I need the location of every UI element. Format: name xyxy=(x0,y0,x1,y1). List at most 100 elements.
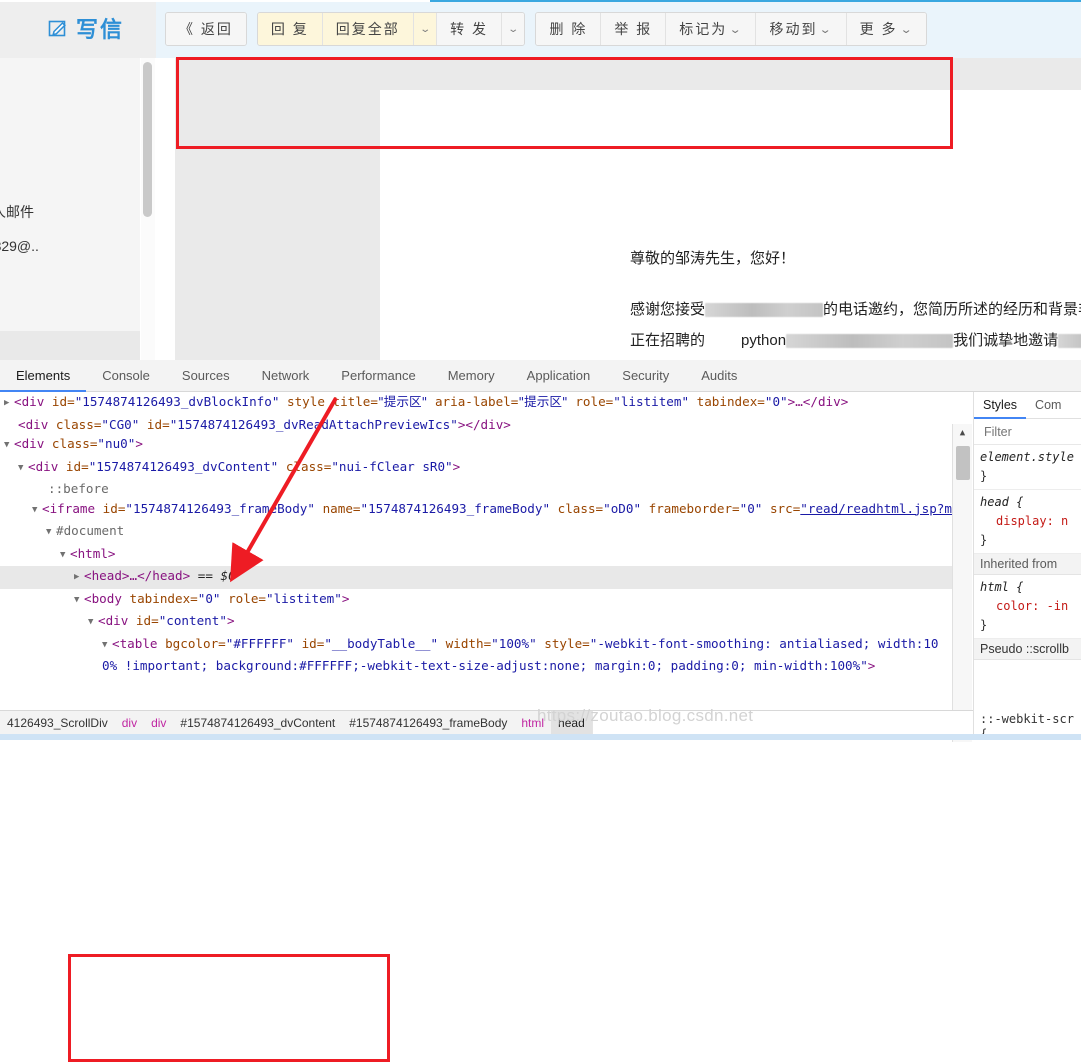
mail-sidebar: 件 件 签 系人邮件 56329@.. xyxy=(0,58,140,360)
delete-button[interactable]: 删 除 xyxy=(536,13,602,45)
styles-pane: Styles Com element.style } head { displa… xyxy=(973,392,1081,710)
report-button[interactable]: 举 报 xyxy=(601,13,667,45)
dom-line-document[interactable]: #document xyxy=(0,521,952,544)
more-button[interactable]: 更 多 ⌄ xyxy=(846,13,926,45)
mark-as-dropdown-icon: ⌄ xyxy=(728,23,745,36)
disclosure-triangle-icon[interactable] xyxy=(60,546,70,566)
redacted-block-3 xyxy=(1058,334,1081,349)
dom-line-html[interactable]: <html> xyxy=(0,544,952,567)
pseudo-rule-selector: ::-webkit-scr xyxy=(980,712,1074,726)
mail-greeting-line: 尊敬的邹涛先生，您好！ xyxy=(630,250,796,267)
compose-column: 写信 xyxy=(0,2,156,58)
style-prop-display[interactable]: display: n xyxy=(980,512,1075,531)
reply-all-button[interactable]: 回复全部 xyxy=(322,13,414,45)
dom-scrollbar-thumb[interactable] xyxy=(956,446,970,480)
disclosure-triangle-icon[interactable] xyxy=(46,523,56,543)
tab-console[interactable]: Console xyxy=(86,360,166,392)
breadcrumb-item-dvcontent[interactable]: #1574874126493_dvContent xyxy=(173,711,342,734)
dom-line-dvblockinfo[interactable]: <div id="1574874126493_dvBlockInfo" styl… xyxy=(0,392,952,415)
forward-button[interactable]: 转 发 xyxy=(437,13,503,45)
pencil-square-icon xyxy=(48,18,68,38)
dom-line-body[interactable]: <body tabindex="0" role="listitem"> xyxy=(0,589,952,612)
dom-tree-pane[interactable]: <div id="1574874126493_dvBlockInfo" styl… xyxy=(0,392,952,710)
iframe-src-link[interactable]: "read/readhtml.jsp?mid=363txtbBawxQgVetx… xyxy=(800,501,952,516)
sidebar-item-3-label: 系人邮件 xyxy=(0,204,34,220)
dom-line-head[interactable]: <head>…</head> == $0 xyxy=(0,566,952,589)
style-rule-html[interactable]: html { color: -in } xyxy=(974,575,1081,639)
pseudo-rule-brace: { xyxy=(980,727,988,734)
tab-application[interactable]: Application xyxy=(511,360,607,392)
triangle-up-icon[interactable]: ▲ xyxy=(953,424,972,441)
disclosure-triangle-icon[interactable] xyxy=(74,591,84,611)
dom-line-content-div[interactable]: <div id="content"> xyxy=(0,611,952,634)
mail-text-b: 的电话邀约，您简历所述的经历和背景非常符合我们 xyxy=(823,301,1081,318)
toolbar-group-back: 《 返回 xyxy=(165,12,247,46)
mail-text-a: 感谢您接受 xyxy=(630,301,706,318)
sidebar-item-4-label: 56329@.. xyxy=(0,238,39,254)
tab-styles[interactable]: Styles xyxy=(974,392,1027,419)
dom-line-attachpreview[interactable]: <div class="CG0" id="1574874126493_dvRea… xyxy=(0,415,952,435)
mark-as-button[interactable]: 标记为 ⌄ xyxy=(666,13,757,45)
tab-computed[interactable]: Com xyxy=(1026,392,1070,419)
reply-button[interactable]: 回 复 xyxy=(257,13,323,45)
move-to-button[interactable]: 移动到 ⌄ xyxy=(756,13,847,45)
disclosure-triangle-icon[interactable] xyxy=(18,459,28,479)
dom-line-dvcontent[interactable]: <div id="1574874126493_dvContent" class=… xyxy=(0,457,952,480)
style-rule-element-style[interactable]: element.style } xyxy=(974,445,1081,490)
disclosure-triangle-icon[interactable] xyxy=(4,394,14,414)
devtools-panel: Elements Console Sources Network Perform… xyxy=(0,360,1081,1062)
sidebar-item-0[interactable]: 件 xyxy=(0,96,140,118)
bottom-strip xyxy=(0,734,1081,740)
mail-application: 写信 《 返回 回 复 回复全部 ⌄ 转 发 ⌄ 删 除 举 报 标记为 ⌄ 移动… xyxy=(0,0,1081,360)
forward-dropdown-icon[interactable]: ⌄ xyxy=(502,13,525,45)
toolbar-group-actions: 删 除 举 报 标记为 ⌄ 移动到 ⌄ 更 多 ⌄ xyxy=(535,12,927,46)
styles-filter-input[interactable] xyxy=(982,423,1073,440)
breadcrumb-item-html[interactable]: html xyxy=(514,711,551,734)
breadcrumb-item-framebody[interactable]: #1574874126493_frameBody xyxy=(342,711,514,734)
breadcrumb-item-div-2[interactable]: div xyxy=(144,711,173,734)
disclosure-triangle-icon[interactable] xyxy=(74,568,84,588)
breadcrumb-item-scrolldiv[interactable]: 4126493_ScrollDiv xyxy=(0,711,115,734)
reply-all-dropdown-icon[interactable]: ⌄ xyxy=(413,13,438,45)
back-button[interactable]: 《 返回 xyxy=(166,13,246,45)
tab-network[interactable]: Network xyxy=(246,360,326,392)
tab-audits[interactable]: Audits xyxy=(685,360,753,392)
sidebar-item-2[interactable]: 签 xyxy=(0,166,140,188)
more-label: 更 多 xyxy=(859,21,898,37)
mail-sidebar-scrollbar-thumb[interactable] xyxy=(143,62,152,217)
disclosure-triangle-icon[interactable] xyxy=(4,436,14,456)
styles-tabbar: Styles Com xyxy=(974,392,1081,419)
mail-text-python: python xyxy=(741,332,787,349)
sidebar-footer xyxy=(0,331,140,360)
mail-left-gutter xyxy=(350,148,380,360)
move-to-label: 移动到 xyxy=(769,21,818,37)
compose-button[interactable]: 写信 xyxy=(48,12,124,44)
disclosure-triangle-icon[interactable] xyxy=(32,501,42,521)
style-close-brace-1: } xyxy=(980,533,988,547)
dom-line-nu0[interactable]: <div class="nu0"> xyxy=(0,434,952,457)
styles-filter-row[interactable] xyxy=(974,419,1081,445)
sidebar-item-1[interactable]: 件 xyxy=(0,131,140,153)
style-rule-head[interactable]: head { display: n } xyxy=(974,490,1081,554)
tab-memory[interactable]: Memory xyxy=(432,360,511,392)
tab-sources[interactable]: Sources xyxy=(166,360,246,392)
dom-line-iframe[interactable]: <iframe id="1574874126493_frameBody" nam… xyxy=(0,499,952,522)
mark-as-label: 标记为 xyxy=(679,21,728,37)
sidebar-item-3[interactable]: 系人邮件 xyxy=(0,201,140,223)
breadcrumb-item-div-1[interactable]: div xyxy=(115,711,144,734)
devtools-tabbar: Elements Console Sources Network Perform… xyxy=(0,360,1081,392)
sidebar-item-4[interactable]: 56329@.. xyxy=(0,235,140,257)
more-dropdown-icon: ⌄ xyxy=(899,23,916,36)
dom-line-bodytable[interactable]: <table bgcolor="#FFFFFF" id="__bodyTable… xyxy=(0,634,952,676)
tab-security[interactable]: Security xyxy=(606,360,685,392)
tab-performance[interactable]: Performance xyxy=(325,360,431,392)
breadcrumb-item-head[interactable]: head xyxy=(551,711,592,734)
disclosure-triangle-icon[interactable] xyxy=(88,613,98,633)
mail-sidebar-gutter xyxy=(155,58,175,360)
disclosure-triangle-icon[interactable] xyxy=(102,636,112,656)
dom-line-before-pseudo[interactable]: ::before xyxy=(0,479,952,499)
tab-elements[interactable]: Elements xyxy=(0,360,87,392)
dom-tree-scrollbar[interactable]: ▲ ▼ xyxy=(952,424,972,742)
style-selector-html: html { xyxy=(980,580,1024,594)
style-prop-color[interactable]: color: -in xyxy=(980,597,1075,616)
